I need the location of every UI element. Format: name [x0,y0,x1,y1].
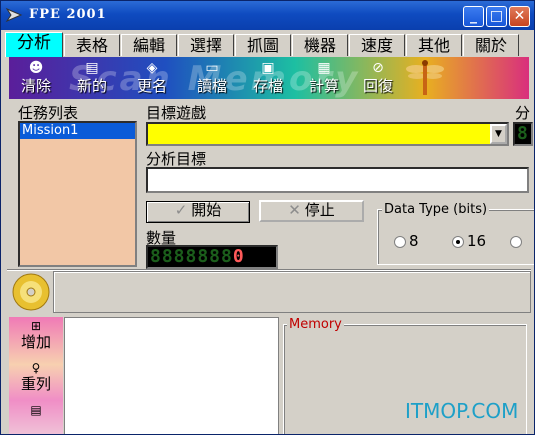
app-icon [5,7,23,23]
save-disk-icon: ▣ [261,60,275,76]
toolbar: Scan Memory ☻ 清除 ▤ 新的 ◈ 更名 ▭ 讀檔 ▣ 存檔 ▦ 計… [9,57,529,99]
tab-select[interactable]: 選擇 [178,34,234,56]
maximize-button[interactable]: □ [486,6,507,27]
list-item[interactable]: Mission1 [20,123,135,139]
side-lcd-display: 8 [513,122,533,146]
tab-about[interactable]: 關於 [463,34,519,56]
save-label: 存檔 [252,77,283,95]
radio-8bit-label: 8 [409,232,419,250]
status-panel [53,271,531,313]
radio-16bit-label: 16 [467,232,487,250]
rename-icon: ◈ [146,60,158,76]
window-title: FPE 2001 [29,7,107,22]
cd-disc-icon [12,273,50,311]
tab-table[interactable]: 表格 [64,34,120,56]
rename-label: 更名 [136,77,167,95]
stop-button[interactable]: ✕ 停止 [259,200,364,222]
relist-button[interactable]: ♀ 重列 [9,361,63,393]
title-bar[interactable]: FPE 2001 _ □ ✕ [1,1,534,30]
clear-button[interactable]: ☻ 清除 [11,59,61,99]
edit-button[interactable]: ▤ [9,403,63,418]
tab-other[interactable]: 其他 [406,34,462,56]
new-button[interactable]: ▤ 新的 [67,59,117,99]
tab-bar: 分析 表格 編輯 選擇 抓圖 機器 速度 其他 關於 [5,32,531,57]
radio-8bit[interactable]: 8 [394,232,419,250]
count-digits: 8888888 [150,246,233,267]
radio-dot [510,235,522,248]
person-clear-icon: ☻ [28,60,44,76]
count-last-digit: 0 [232,246,245,267]
tab-capture[interactable]: 抓圖 [235,34,291,56]
chevron-down-icon[interactable]: ▼ [490,124,507,144]
radio-16bit[interactable]: 16 [452,232,486,250]
check-icon: ✓ [174,201,188,219]
load-button[interactable]: ▭ 讀檔 [187,59,237,99]
radio-more[interactable] [510,232,525,250]
tab-edit[interactable]: 編輯 [121,34,177,56]
tab-machine[interactable]: 機器 [292,34,348,56]
new-label: 新的 [76,77,107,95]
calculate-label: 計算 [308,77,339,95]
edit-icon: ▤ [30,403,42,417]
radio-dot [394,235,406,248]
start-label: 開始 [191,201,222,219]
add-icon: ⊞ [30,319,42,333]
tab-speed[interactable]: 速度 [349,34,405,56]
add-button[interactable]: ⊞ 增加 [9,319,63,351]
restore-button[interactable]: ⊘ 回復 [353,59,403,99]
new-file-icon: ▤ [85,60,99,76]
start-button[interactable]: ✓ 開始 [146,201,250,223]
add-label: 增加 [20,333,51,351]
analysis-target-field[interactable] [146,167,529,193]
target-game-label: 目標遊戲 [146,104,207,122]
dragonfly-icon [406,60,444,95]
target-game-combobox[interactable] [146,122,509,146]
relist-label: 重列 [20,375,51,393]
restore-icon: ⊘ [372,60,384,76]
stop-label: 停止 [304,201,335,219]
task-list-label: 任務列表 [18,104,79,122]
minimize-button[interactable]: _ [463,6,484,27]
app-window: FPE 2001 _ □ ✕ 分析 表格 編輯 選擇 抓圖 機器 速度 其他 關… [0,0,535,435]
tab-analysis[interactable]: 分析 [5,32,63,57]
task-listbox[interactable]: Mission1 [18,121,137,267]
relist-icon: ♀ [31,361,41,375]
close-button[interactable]: ✕ [509,6,530,27]
memory-title: Memory [287,317,344,332]
analysis-target-label: 分析目標 [146,150,207,168]
calculate-button[interactable]: ▦ 計算 [299,59,349,99]
rename-button[interactable]: ◈ 更名 [127,59,177,99]
data-type-title: Data Type (bits) [382,202,490,217]
brand-watermark: ITMOP.COM [405,399,519,423]
calculator-icon: ▦ [317,60,331,76]
save-button[interactable]: ▣ 存檔 [243,59,293,99]
clear-label: 清除 [20,77,51,95]
analysis-cut-label: 分 [515,104,531,122]
open-folder-icon: ▭ [205,60,219,76]
restore-label: 回復 [362,77,393,95]
load-label: 讀檔 [196,77,227,95]
side-toolbar: ⊞ 增加 ♀ 重列 ▤ [9,317,63,434]
radio-dot-selected [452,235,464,248]
results-panel[interactable] [64,317,279,434]
count-display: 88888880 [146,245,278,269]
stop-x-icon: ✕ [288,201,301,219]
